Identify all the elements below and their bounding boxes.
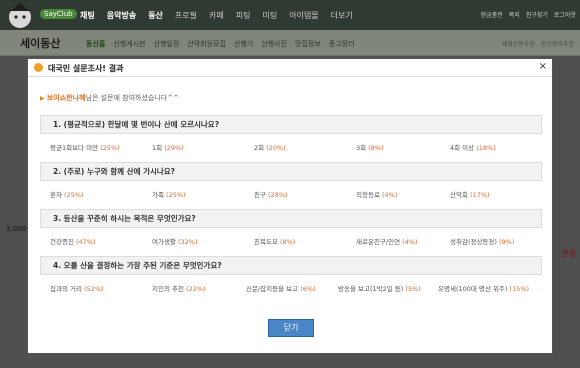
mascot-logo-icon[interactable] xyxy=(4,1,44,29)
option: 집과의 거리 (52%) xyxy=(50,285,104,293)
question-title: 4. 오를 산을 결정하는 가장 주된 기준은 무엇인가요? xyxy=(40,256,542,275)
top-nav-item[interactable]: 카페 xyxy=(209,10,224,21)
question-title: 1. (평균적으로) 한달에 몇 번이나 산에 오르시나요? xyxy=(40,115,542,134)
top-nav: 채팅 음악방송 동산 프로필 카페 피팅 미팅 아이템몰 더보기 xyxy=(80,10,353,21)
survey-result-modal: 대국민 설문조사! 결과 × ▶ 보이쇼한나혜님은 설문에 참여하셨습니다^^ … xyxy=(27,58,553,354)
option: 가족 (25%) xyxy=(152,191,186,199)
option-row: 평균1회보다 미만 (25%) 1회 (29%) 2회 (20%) 3회 (8%… xyxy=(40,134,542,160)
option: 신문/잡지등을 보고 (6%) xyxy=(246,285,316,293)
option: 친목도모 (8%) xyxy=(254,238,296,246)
top-bar: SayClub 채팅 음악방송 동산 프로필 카페 피팅 미팅 아이템몰 더보기… xyxy=(0,0,580,30)
option: 3회 (8%) xyxy=(356,144,384,152)
top-nav-item[interactable]: 미팅 xyxy=(262,10,277,21)
option: 성취감(정상등정) (9%) xyxy=(450,238,515,246)
question-block: 1. (평균적으로) 한달에 몇 번이나 산에 오르시나요? 평균1회보다 미만… xyxy=(40,115,542,160)
top-right-links: 현금충전 쪽지 친구찾기 로그아웃 xyxy=(481,10,576,19)
option-row: 건강증진 (47%) 여가생활 (32%) 친목도모 (8%) 새로운친구/인연… xyxy=(40,228,542,254)
top-right-link[interactable]: 쪽지 xyxy=(509,10,520,19)
question-block: 2. (주로) 누구와 함께 산에 가시나요? 혼자 (25%) 가족 (25%… xyxy=(40,162,542,207)
question-title: 2. (주로) 누구와 함께 산에 가시나요? xyxy=(40,162,542,181)
question-block: 4. 오를 산을 결정하는 가장 주된 기준은 무엇인가요? 집과의 거리 (5… xyxy=(40,256,542,301)
top-right-link[interactable]: 현금충전 xyxy=(481,10,503,19)
option: 여가생활 (32%) xyxy=(152,238,198,246)
top-nav-item[interactable]: 음악방송 xyxy=(107,10,136,21)
survey-icon xyxy=(34,63,43,72)
top-nav-item[interactable]: 피팅 xyxy=(236,10,251,21)
option: 건강증진 (47%) xyxy=(50,238,96,246)
option: 평균1회보다 미만 (25%) xyxy=(50,144,120,152)
option: 새로운친구/인연 (4%) xyxy=(356,238,418,246)
option: 2회 (20%) xyxy=(254,144,286,152)
question-block: 3. 등산을 꾸준히 하시는 목적은 무엇인가요? 건강증진 (47%) 여가생… xyxy=(40,209,542,254)
option-row: 집과의 거리 (52%) 지인의 추천 (22%) 신문/잡지등을 보고 (6%… xyxy=(40,275,542,301)
option: 1회 (29%) xyxy=(152,144,184,152)
question-title: 3. 등산을 꾸준히 하시는 목적은 무엇인가요? xyxy=(40,209,542,228)
close-button[interactable]: 닫기 xyxy=(268,319,314,337)
modal-header: 대국민 설문조사! 결과 × xyxy=(28,59,552,77)
participation-message: ▶ 보이쇼한나혜님은 설문에 참여하셨습니다^^ xyxy=(40,93,179,103)
close-icon[interactable]: × xyxy=(539,61,547,72)
option: 유명세(100대 명산 위주) (15%) xyxy=(438,285,530,293)
top-nav-item[interactable]: 아이템몰 xyxy=(289,10,318,21)
option: 친구 (28%) xyxy=(254,191,288,199)
option: 혼자 (25%) xyxy=(50,191,84,199)
option: 4회 이상 (18%) xyxy=(450,144,496,152)
top-nav-item[interactable]: 프로필 xyxy=(175,10,197,21)
option: 지인의 추천 (22%) xyxy=(152,285,206,293)
option: 직장동료 (4%) xyxy=(356,191,398,199)
top-right-link[interactable]: 로그아웃 xyxy=(554,10,576,19)
top-right-link[interactable]: 친구찾기 xyxy=(526,10,548,19)
modal-title: 대국민 설문조사! 결과 xyxy=(48,64,124,73)
option-row: 혼자 (25%) 가족 (25%) 친구 (28%) 직장동료 (4%) 산악회… xyxy=(40,181,542,207)
logo-text[interactable]: SayClub xyxy=(40,9,77,19)
option: 방송을 보고(1박2일 등) (5%) xyxy=(338,285,421,293)
user-nickname: 보이쇼한나혜 xyxy=(46,94,86,102)
option: 산악회 (17%) xyxy=(450,191,490,199)
top-nav-item[interactable]: 동산 xyxy=(148,10,163,21)
top-nav-item[interactable]: 더보기 xyxy=(331,10,353,21)
top-nav-item[interactable]: 채팅 xyxy=(80,10,95,21)
bullet-arrow-icon: ▶ xyxy=(40,95,45,102)
participation-text: 님은 설문에 참여하셨습니다^^ xyxy=(85,94,179,102)
